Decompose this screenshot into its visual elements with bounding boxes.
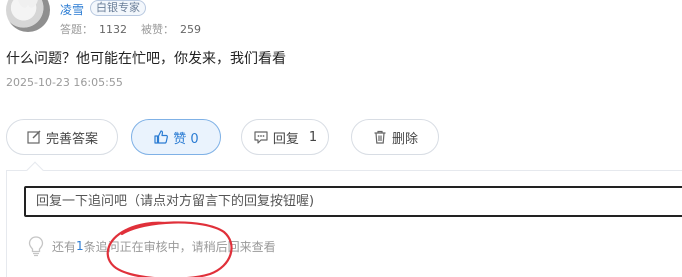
notice-prefix: 还有 <box>52 239 77 254</box>
comment-icon <box>254 131 268 144</box>
edit-answer-button[interactable]: 完善答案 <box>6 119 118 155</box>
expert-badge: 白银专家 <box>90 0 146 16</box>
trash-icon <box>374 130 386 144</box>
review-notice: 还有 1 条追问正在审核中，请稍后回来查看 <box>26 235 276 257</box>
lightbulb-icon <box>28 236 44 257</box>
reply-label: 回复 <box>272 131 299 147</box>
reply-input[interactable] <box>24 186 682 217</box>
likes-label: 被赞： <box>141 23 174 36</box>
delete-label: 删除 <box>391 131 418 147</box>
user-stats: 答题： 1132 被赞： 259 <box>60 21 215 37</box>
thumbs-up-icon <box>154 130 169 144</box>
reply-count: 1 <box>308 129 318 145</box>
answers-label: 答题： <box>60 23 93 36</box>
panel-pointer <box>26 161 44 179</box>
likes-count: 259 <box>180 23 201 36</box>
notice-count: 1 <box>76 239 84 253</box>
edit-icon <box>27 130 41 144</box>
username[interactable]: 凌雪 <box>60 1 84 18</box>
delete-button[interactable]: 删除 <box>351 119 439 155</box>
avatar[interactable] <box>6 0 50 32</box>
answer-text: 什么问题？他可能在忙吧，你发来，我们看看 <box>6 51 286 67</box>
like-label: 赞 0 <box>173 131 199 147</box>
notice-suffix: 条追问正在审核中，请稍后回来查看 <box>83 239 276 254</box>
avatar-ear <box>25 0 41 9</box>
answer-time: 2025-10-23 16:05:55 <box>6 76 123 89</box>
reply-button[interactable]: 回复 1 <box>241 119 329 155</box>
edit-answer-label: 完善答案 <box>45 131 98 147</box>
answers-count: 1132 <box>99 23 127 36</box>
like-button[interactable]: 赞 0 <box>131 119 221 155</box>
